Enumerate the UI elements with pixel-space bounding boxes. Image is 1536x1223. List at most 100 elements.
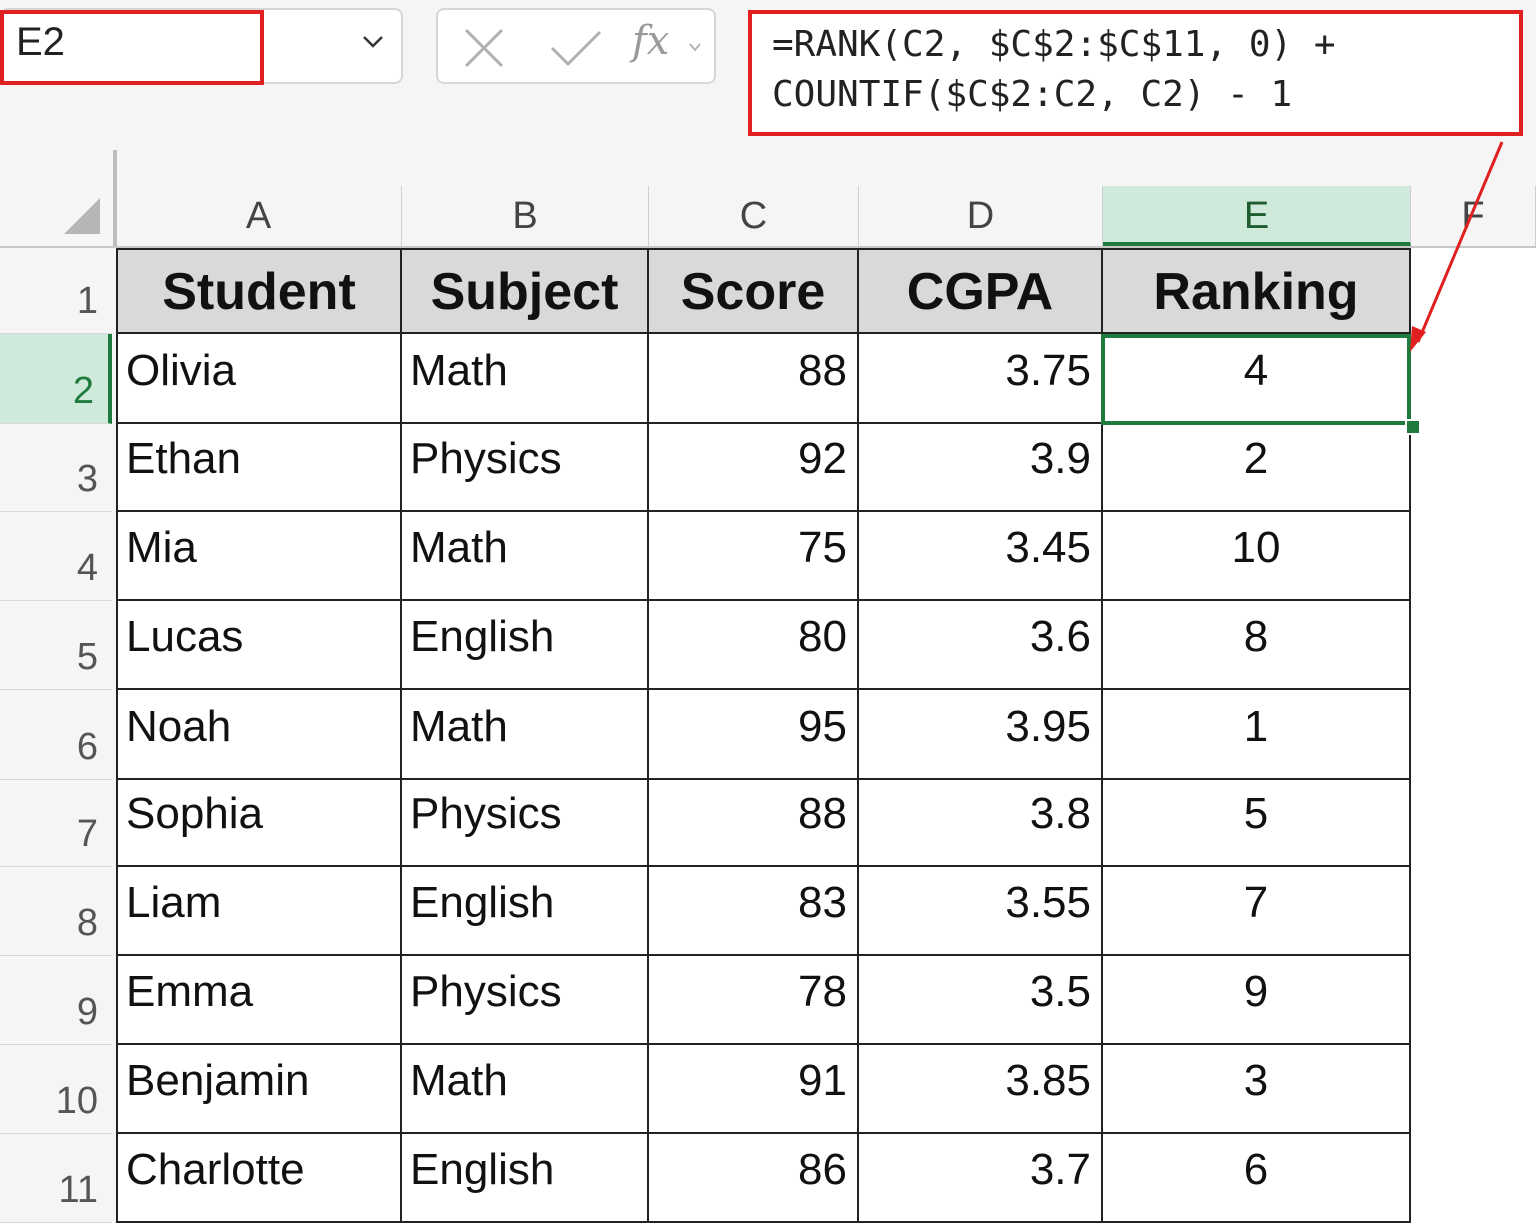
table-cell[interactable]: 2: [1103, 424, 1411, 512]
table-cell[interactable]: 8: [1103, 601, 1411, 690]
cell-value: 75: [798, 523, 847, 572]
header-cell-cgpa[interactable]: CGPA: [859, 248, 1103, 334]
column-header-f[interactable]: F: [1411, 186, 1536, 246]
row-header-2[interactable]: 2: [0, 334, 112, 424]
table-cell[interactable]: 1: [1103, 690, 1411, 780]
enter-check-icon[interactable]: [548, 26, 604, 70]
name-box-value[interactable]: E2: [16, 20, 65, 65]
table-cell[interactable]: 3.55: [859, 867, 1103, 956]
table-cell[interactable]: 88: [649, 780, 859, 867]
cell-value: Lucas: [126, 612, 244, 661]
cell-value: 9: [1243, 967, 1269, 1016]
row-header-8[interactable]: 8: [0, 867, 112, 956]
cell-value: 3.85: [1005, 1056, 1091, 1105]
row-number: 4: [76, 547, 98, 589]
cell-value: Charlotte: [126, 1145, 305, 1194]
cell-value: 78: [798, 967, 847, 1016]
row-header-6[interactable]: 6: [0, 690, 112, 780]
table-cell[interactable]: 3.5: [859, 956, 1103, 1045]
chevron-down-icon[interactable]: [362, 30, 384, 52]
formula-input[interactable]: =RANK(C2, $C$2:$C$11, 0) + COUNTIF($C$2:…: [772, 20, 1512, 120]
header-cell-student[interactable]: Student: [116, 248, 402, 334]
column-header-b[interactable]: B: [402, 186, 649, 246]
table-cell[interactable]: Math: [402, 512, 649, 601]
table-cell[interactable]: 3.9: [859, 424, 1103, 512]
cell-value: 92: [798, 434, 847, 483]
table-cell[interactable]: 83: [649, 867, 859, 956]
table-cell[interactable]: English: [402, 601, 649, 690]
table-cell[interactable]: 3.6: [859, 601, 1103, 690]
cell-value: 3.9: [1029, 434, 1091, 483]
row-header-10[interactable]: 10: [0, 1045, 112, 1134]
table-cell[interactable]: Physics: [402, 424, 649, 512]
table-cell[interactable]: Math: [402, 334, 649, 424]
fill-handle[interactable]: [1405, 419, 1421, 435]
chevron-down-icon[interactable]: [688, 40, 702, 54]
table-cell[interactable]: 91: [649, 1045, 859, 1134]
table-cell[interactable]: 10: [1103, 512, 1411, 601]
row-number: 9: [76, 991, 98, 1033]
table-cell[interactable]: 3.45: [859, 512, 1103, 601]
table-cell[interactable]: 75: [649, 512, 859, 601]
table-cell[interactable]: Olivia: [116, 334, 402, 424]
column-header-a[interactable]: A: [116, 186, 402, 246]
table-cell[interactable]: Math: [402, 1045, 649, 1134]
column-header-d[interactable]: D: [859, 186, 1103, 246]
select-all-corner[interactable]: [0, 150, 116, 248]
row-number: 5: [76, 636, 98, 678]
table-cell[interactable]: Sophia: [116, 780, 402, 867]
cell-value: 6: [1243, 1145, 1269, 1194]
table-cell[interactable]: Lucas: [116, 601, 402, 690]
table-cell[interactable]: 88: [649, 334, 859, 424]
table-cell[interactable]: 9: [1103, 956, 1411, 1045]
cell-value: 80: [798, 612, 847, 661]
table-cell[interactable]: Mia: [116, 512, 402, 601]
cell-value: 4: [1243, 346, 1269, 395]
cancel-icon[interactable]: [462, 26, 506, 70]
table-cell[interactable]: Physics: [402, 780, 649, 867]
table-cell[interactable]: 7: [1103, 867, 1411, 956]
table-cell[interactable]: 6: [1103, 1134, 1411, 1223]
table-cell[interactable]: English: [402, 1134, 649, 1223]
row-header-5[interactable]: 5: [0, 601, 112, 690]
table-cell[interactable]: 3.75: [859, 334, 1103, 424]
table-cell[interactable]: 3: [1103, 1045, 1411, 1134]
table-cell[interactable]: 3.85: [859, 1045, 1103, 1134]
row-header-9[interactable]: 9: [0, 956, 112, 1045]
cell-value: Sophia: [126, 789, 264, 838]
column-header-e[interactable]: E: [1103, 186, 1411, 246]
table-cell[interactable]: Charlotte: [116, 1134, 402, 1223]
table-cell[interactable]: 86: [649, 1134, 859, 1223]
row-header-11[interactable]: 11: [0, 1134, 112, 1223]
row-header-3[interactable]: 3: [0, 424, 112, 512]
header-cell-ranking[interactable]: Ranking: [1103, 248, 1411, 334]
header-cell-subject[interactable]: Subject: [402, 248, 649, 334]
column-header-c[interactable]: C: [649, 186, 859, 246]
cell-value: Math: [410, 346, 508, 395]
table-cell[interactable]: 3.7: [859, 1134, 1103, 1223]
row-number: 10: [55, 1080, 98, 1122]
row-header-7[interactable]: 7: [0, 780, 112, 867]
table-cell[interactable]: 80: [649, 601, 859, 690]
insert-function-icon[interactable]: fx: [632, 18, 669, 64]
table-cell[interactable]: Benjamin: [116, 1045, 402, 1134]
table-cell[interactable]: Liam: [116, 867, 402, 956]
cell-value: 10: [1231, 523, 1281, 572]
table-cell[interactable]: Ethan: [116, 424, 402, 512]
row-header-1[interactable]: 1: [0, 248, 112, 334]
table-cell[interactable]: Noah: [116, 690, 402, 780]
table-cell[interactable]: 3.95: [859, 690, 1103, 780]
table-cell[interactable]: Math: [402, 690, 649, 780]
table-cell[interactable]: 92: [649, 424, 859, 512]
row-header-4[interactable]: 4: [0, 512, 112, 601]
table-cell[interactable]: 95: [649, 690, 859, 780]
table-cell[interactable]: Emma: [116, 956, 402, 1045]
table-cell[interactable]: 5: [1103, 780, 1411, 867]
table-cell[interactable]: Physics: [402, 956, 649, 1045]
table-cell[interactable]: 78: [649, 956, 859, 1045]
table-cell[interactable]: English: [402, 867, 649, 956]
table-cell[interactable]: 3.8: [859, 780, 1103, 867]
table-cell[interactable]: 4: [1103, 334, 1411, 424]
header-cell-score[interactable]: Score: [649, 248, 859, 334]
cell-value: Math: [410, 702, 508, 751]
